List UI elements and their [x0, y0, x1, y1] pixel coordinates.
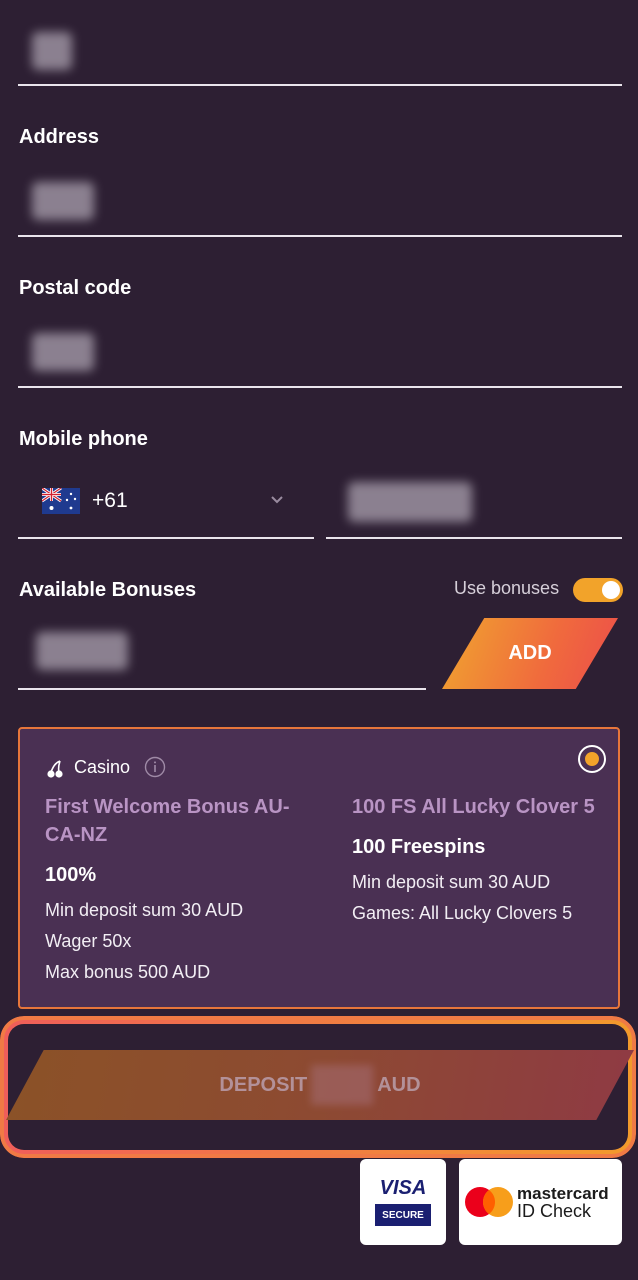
field-underline[interactable] — [18, 84, 622, 86]
use-bonuses-toggle[interactable] — [573, 578, 623, 602]
offer-detail: Min deposit sum 30 AUD — [352, 872, 551, 892]
postal-code-label: Postal code — [19, 277, 132, 299]
offer-title: 100 FS All Lucky Clover 5 — [352, 796, 595, 818]
promo-code-value-blurred[interactable] — [36, 632, 128, 670]
address-label: Address — [19, 126, 100, 148]
offer-freespins: 100 FS All Lucky Clover 5 100 Freespins … — [352, 793, 602, 929]
phone-number-value-blurred[interactable] — [348, 482, 472, 522]
australia-flag-icon[interactable] — [42, 488, 80, 514]
offer-detail: Min deposit sum 30 AUD — [45, 900, 244, 920]
toggle-knob — [602, 581, 620, 599]
phone-number-underline — [326, 537, 622, 539]
visa-secure-logo: VISA SECURE — [360, 1159, 446, 1245]
address-underline — [18, 235, 622, 237]
offer-detail: Max bonus 500 AUD — [45, 962, 211, 982]
visa-secure-badge: SECURE — [375, 1204, 431, 1226]
field-value-blurred — [32, 32, 72, 70]
address-value-blurred[interactable] — [32, 182, 94, 220]
deposit-label: DEPOSIT — [219, 1073, 308, 1096]
info-icon[interactable] — [144, 756, 166, 778]
deposit-button[interactable]: DEPOSIT AUD — [6, 1050, 634, 1120]
offer-welcome-bonus: First Welcome Bonus AU-CA-NZ 100% Min de… — [45, 793, 295, 988]
radio-selected-dot — [585, 752, 599, 766]
offer-title: First Welcome Bonus AU-CA-NZ — [45, 796, 290, 846]
country-code-underline[interactable] — [18, 537, 314, 539]
deposit-form-page: Address Postal code Mobile phone +61 Ava… — [0, 0, 638, 1280]
cherry-icon — [47, 760, 63, 778]
mobile-phone-label: Mobile phone — [19, 428, 148, 450]
id-check-text: ID Check — [517, 1201, 592, 1221]
visa-wordmark: VISA — [379, 1177, 427, 1199]
deposit-amount-blurred — [311, 1065, 374, 1105]
bonus-card[interactable]: Casino First Welcome Bonus AU-CA-NZ 100%… — [18, 727, 620, 1009]
offer-amount: 100% — [45, 864, 97, 886]
chevron-down-icon[interactable] — [270, 495, 284, 505]
available-bonuses-label: Available Bonuses — [19, 579, 197, 601]
add-bonus-button[interactable]: ADD — [442, 618, 618, 689]
bonus-category: Casino — [74, 757, 131, 777]
offer-amount: 100 Freespins — [352, 836, 486, 858]
mastercard-circles-icon — [465, 1187, 513, 1217]
offer-detail: Games: All Lucky Clovers 5 — [352, 903, 573, 923]
dial-code[interactable]: +61 — [92, 489, 128, 513]
mastercard-id-check-logo: mastercard ID Check — [459, 1159, 622, 1245]
offer-detail: Wager 50x — [45, 931, 132, 951]
use-bonuses-label: Use bonuses — [454, 578, 560, 598]
deposit-currency: AUD — [377, 1073, 421, 1096]
postal-code-value-blurred[interactable] — [32, 333, 94, 371]
postal-code-underline — [18, 386, 622, 388]
bonus-select-radio[interactable] — [578, 745, 606, 773]
promo-code-underline — [18, 688, 426, 690]
